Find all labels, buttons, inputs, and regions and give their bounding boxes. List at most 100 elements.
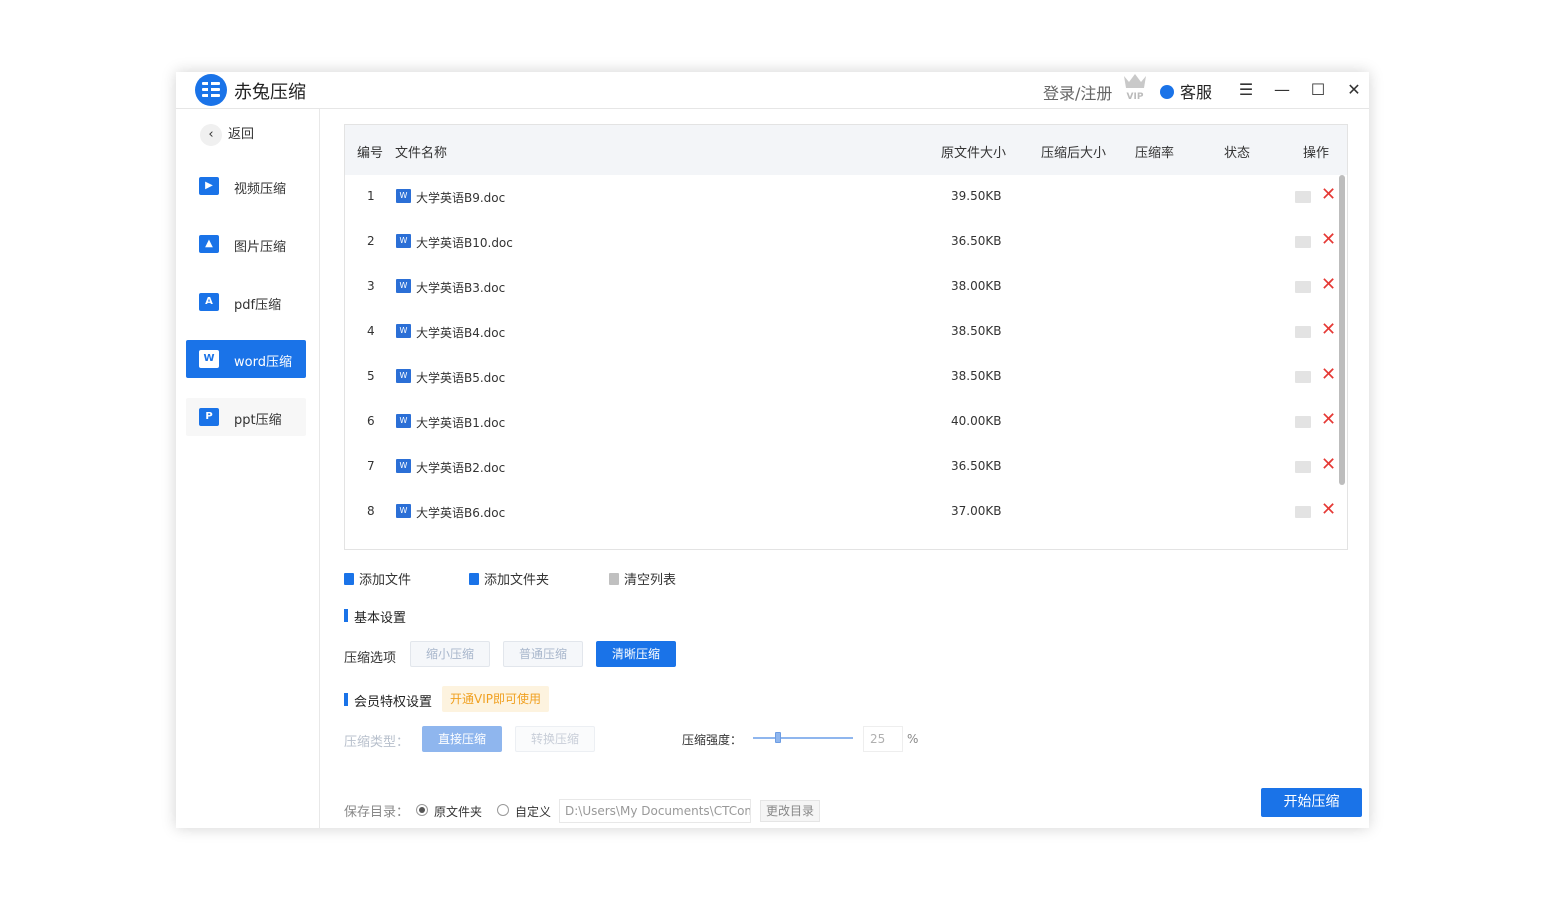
open-folder-icon[interactable] — [1295, 281, 1311, 293]
delete-icon[interactable]: ✕ — [1321, 410, 1336, 430]
login-register-link[interactable]: 登录/注册 — [1043, 80, 1112, 104]
header-action: 操作 — [1303, 146, 1330, 161]
direct-compress-button[interactable]: 直接压缩 — [422, 726, 502, 752]
image-icon: ▲ — [199, 235, 219, 253]
word-icon: W — [199, 350, 219, 368]
row-no: 1 — [367, 189, 375, 203]
save-path-field[interactable]: D:\Users\My Documents\CTCompr — [559, 799, 751, 823]
vip-settings-title: 会员特权设置 — [344, 691, 432, 710]
menu-icon[interactable]: ☰ — [1235, 79, 1257, 101]
open-folder-icon[interactable] — [1295, 506, 1311, 518]
sidebar-item-pdf[interactable]: A pdf压缩 — [186, 283, 306, 321]
ppt-icon: P — [199, 408, 219, 426]
file-name: 大学英语B2.doc — [416, 461, 506, 475]
broom-icon — [609, 573, 619, 585]
back-button[interactable]: ‹ 返回 — [200, 123, 254, 146]
clear-list-label: 清空列表 — [624, 573, 677, 588]
word-doc-icon: W — [396, 504, 411, 518]
delete-icon[interactable]: ✕ — [1321, 320, 1336, 340]
delete-icon[interactable]: ✕ — [1321, 455, 1336, 475]
strength-label: 压缩强度： — [682, 733, 743, 747]
delete-icon[interactable]: ✕ — [1321, 230, 1336, 250]
sidebar-item-label: 图片压缩 — [234, 240, 287, 255]
table-row[interactable]: 5 W 大学英语B5.doc 38.50KB ✕ — [345, 355, 1337, 400]
add-folder-button[interactable]: 添加文件夹 — [469, 569, 549, 588]
shrink-compress-button[interactable]: 缩小压缩 — [410, 641, 490, 667]
delete-icon[interactable]: ✕ — [1321, 365, 1336, 385]
sidebar-item-image[interactable]: ▲ 图片压缩 — [186, 225, 306, 263]
add-folder-icon — [469, 573, 479, 585]
header-no: 编号 — [357, 146, 384, 161]
convert-compress-button[interactable]: 转换压缩 — [515, 726, 595, 752]
strength-slider-track[interactable] — [753, 737, 853, 739]
table-row[interactable]: 2 W 大学英语B10.doc 36.50KB ✕ — [345, 220, 1337, 265]
sidebar-item-label: word压缩 — [234, 355, 292, 370]
word-doc-icon: W — [396, 279, 411, 293]
title-bar: 赤兔压缩 登录/注册 VIP 客服 ☰ — ☐ ✕ — [176, 72, 1369, 109]
file-name: 大学英语B6.doc — [416, 506, 506, 520]
header-status: 状态 — [1224, 146, 1251, 161]
strength-slider-handle[interactable] — [775, 732, 781, 743]
row-no: 5 — [367, 369, 375, 383]
orig-size: 36.50KB — [951, 234, 1002, 248]
start-compress-button[interactable]: 开始压缩 — [1261, 788, 1362, 817]
table-row[interactable]: 7 W 大学英语B2.doc 36.50KB ✕ — [345, 445, 1337, 490]
sidebar-item-label: 视频压缩 — [234, 182, 287, 197]
orig-size: 38.50KB — [951, 324, 1002, 338]
support-button[interactable]: 客服 — [1160, 79, 1212, 103]
open-folder-icon[interactable] — [1295, 191, 1311, 203]
clear-list-button[interactable]: 清空列表 — [609, 569, 676, 588]
vip-hint-badge[interactable]: 开通VIP即可使用 — [442, 686, 549, 712]
sidebar-item-label: pdf压缩 — [234, 298, 282, 313]
orig-size: 36.50KB — [951, 459, 1002, 473]
minimize-icon[interactable]: — — [1271, 79, 1293, 101]
vip-label: VIP — [1127, 92, 1144, 100]
chevron-left-icon: ‹ — [200, 124, 222, 146]
strength-input[interactable]: 25 — [863, 726, 903, 752]
custom-folder-label: 自定义 — [515, 805, 552, 819]
delete-icon[interactable]: ✕ — [1321, 275, 1336, 295]
radio-original-folder[interactable] — [416, 804, 428, 816]
table-row[interactable]: 8 W 大学英语B6.doc 37.00KB ✕ — [345, 490, 1337, 535]
table-row[interactable]: 6 W 大学英语B1.doc 40.00KB ✕ — [345, 400, 1337, 445]
clear-compress-button[interactable]: 清晰压缩 — [596, 641, 676, 667]
sidebar-item-ppt[interactable]: P ppt压缩 — [186, 398, 306, 436]
table-row[interactable]: 1 W 大学英语B9.doc 39.50KB ✕ — [345, 175, 1337, 220]
table-row[interactable]: 4 W 大学英语B4.doc 38.50KB ✕ — [345, 310, 1337, 355]
normal-compress-button[interactable]: 普通压缩 — [503, 641, 583, 667]
add-file-button[interactable]: 添加文件 — [344, 569, 411, 588]
radio-custom-folder[interactable] — [497, 804, 509, 816]
pdf-icon: A — [199, 293, 219, 311]
word-doc-icon: W — [396, 189, 411, 203]
open-folder-icon[interactable] — [1295, 371, 1311, 383]
file-name: 大学英语B10.doc — [416, 236, 513, 250]
video-icon: ▶ — [199, 177, 219, 195]
sidebar: ‹ 返回 ▶ 视频压缩 ▲ 图片压缩 A pdf压缩 W word压缩 P ppt… — [176, 109, 320, 828]
delete-icon[interactable]: ✕ — [1321, 500, 1336, 520]
table-row[interactable]: 3 W 大学英语B3.doc 38.00KB ✕ — [345, 265, 1337, 310]
table-scrollbar[interactable] — [1339, 175, 1345, 485]
app-logo-icon — [195, 74, 227, 106]
delete-icon[interactable]: ✕ — [1321, 185, 1336, 205]
word-doc-icon: W — [396, 369, 411, 383]
open-folder-icon[interactable] — [1295, 461, 1311, 473]
open-folder-icon[interactable] — [1295, 236, 1311, 248]
orig-size: 38.50KB — [951, 369, 1002, 383]
maximize-icon[interactable]: ☐ — [1307, 79, 1329, 101]
row-no: 7 — [367, 459, 375, 473]
vip-crown-icon[interactable]: VIP — [1122, 72, 1148, 100]
sidebar-item-video[interactable]: ▶ 视频压缩 — [186, 167, 306, 205]
add-file-icon — [344, 573, 354, 585]
close-icon[interactable]: ✕ — [1343, 79, 1365, 101]
open-folder-icon[interactable] — [1295, 326, 1311, 338]
word-doc-icon: W — [396, 459, 411, 473]
table-header: 编号 文件名称 原文件大小 压缩后大小 压缩率 状态 操作 — [345, 125, 1347, 175]
back-label: 返回 — [228, 127, 255, 142]
open-folder-icon[interactable] — [1295, 416, 1311, 428]
header-name: 文件名称 — [395, 146, 448, 161]
compress-options-label: 压缩选项 — [344, 651, 397, 666]
sidebar-item-word[interactable]: W word压缩 — [186, 340, 306, 378]
change-dir-button[interactable]: 更改目录 — [760, 800, 820, 822]
word-doc-icon: W — [396, 414, 411, 428]
support-icon — [1160, 85, 1174, 99]
